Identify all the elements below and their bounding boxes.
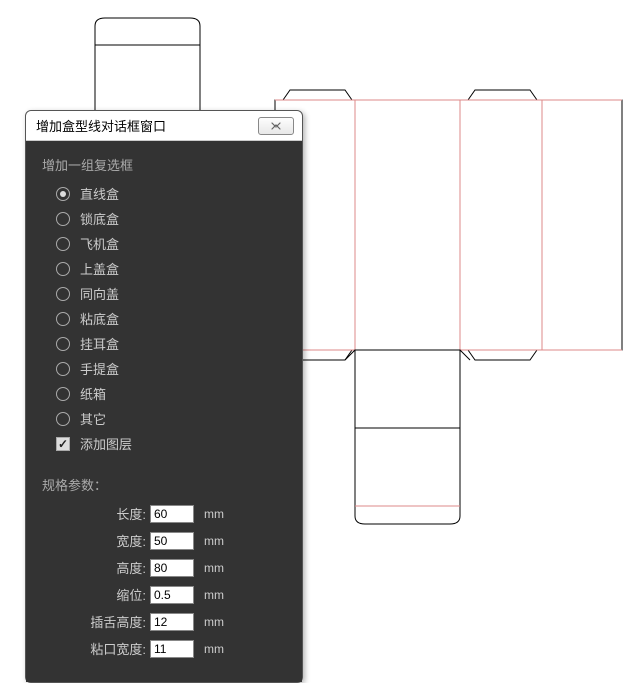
radio-icon bbox=[56, 287, 70, 301]
length-input[interactable] bbox=[150, 505, 194, 523]
height-input[interactable] bbox=[150, 559, 194, 577]
radio-label: 粘底盒 bbox=[80, 309, 119, 328]
param-label: 粘口宽度: bbox=[42, 639, 150, 658]
radio-label: 直线盒 bbox=[80, 184, 119, 203]
unit-label: mm bbox=[204, 642, 224, 656]
param-label: 长度: bbox=[42, 504, 150, 523]
radio-icon bbox=[56, 312, 70, 326]
checkbox-add-layer[interactable]: 添加图层 bbox=[56, 434, 286, 453]
radio-icon bbox=[56, 412, 70, 426]
radio-label: 挂耳盒 bbox=[80, 334, 119, 353]
radio-straight-box[interactable]: 直线盒 bbox=[56, 184, 286, 203]
tuck-height-input[interactable] bbox=[150, 613, 194, 631]
radio-top-lid-box[interactable]: 上盖盒 bbox=[56, 259, 286, 278]
dialog-title: 增加盒型线对话框窗口 bbox=[36, 116, 166, 135]
radio-icon bbox=[56, 237, 70, 251]
unit-label: mm bbox=[204, 615, 224, 629]
unit-label: mm bbox=[204, 507, 224, 521]
param-glue-width-row: 粘口宽度: mm bbox=[42, 639, 286, 658]
radio-label: 其它 bbox=[80, 409, 106, 428]
glue-width-input[interactable] bbox=[150, 640, 194, 658]
param-label: 高度: bbox=[42, 558, 150, 577]
radio-icon bbox=[56, 262, 70, 276]
radio-airplane-box[interactable]: 飞机盒 bbox=[56, 234, 286, 253]
add-box-dialog: 增加盒型线对话框窗口 增加一组复选框 直线盒 锁底盒 飞机盒 上盖盒 同向盖 bbox=[25, 110, 303, 683]
param-label: 宽度: bbox=[42, 531, 150, 550]
radio-icon bbox=[56, 187, 70, 201]
indent-input[interactable] bbox=[150, 586, 194, 604]
radio-icon bbox=[56, 362, 70, 376]
radio-other[interactable]: 其它 bbox=[56, 409, 286, 428]
param-length-row: 长度: mm bbox=[42, 504, 286, 523]
radio-label: 手提盒 bbox=[80, 359, 119, 378]
param-tuck-height-row: 插舌高度: mm bbox=[42, 612, 286, 631]
box-type-group-label: 增加一组复选框 bbox=[42, 155, 286, 174]
radio-carton[interactable]: 纸箱 bbox=[56, 384, 286, 403]
radio-handle-box[interactable]: 手提盒 bbox=[56, 359, 286, 378]
param-label: 缩位: bbox=[42, 585, 150, 604]
checkbox-label: 添加图层 bbox=[80, 434, 132, 453]
radio-label: 同向盖 bbox=[80, 284, 119, 303]
radio-icon bbox=[56, 337, 70, 351]
param-indent-row: 缩位: mm bbox=[42, 585, 286, 604]
radio-label: 飞机盒 bbox=[80, 234, 119, 253]
dialog-body: 增加一组复选框 直线盒 锁底盒 飞机盒 上盖盒 同向盖 粘底盒 挂耳盒 bbox=[26, 141, 302, 682]
unit-label: mm bbox=[204, 561, 224, 575]
radio-lock-bottom-box[interactable]: 锁底盒 bbox=[56, 209, 286, 228]
unit-label: mm bbox=[204, 534, 224, 548]
radio-glue-bottom-box[interactable]: 粘底盒 bbox=[56, 309, 286, 328]
radio-same-direction-lid[interactable]: 同向盖 bbox=[56, 284, 286, 303]
radio-icon bbox=[56, 212, 70, 226]
radio-label: 纸箱 bbox=[80, 384, 106, 403]
param-height-row: 高度: mm bbox=[42, 558, 286, 577]
checkbox-icon bbox=[56, 437, 70, 451]
width-input[interactable] bbox=[150, 532, 194, 550]
radio-label: 上盖盒 bbox=[80, 259, 119, 278]
unit-label: mm bbox=[204, 588, 224, 602]
radio-icon bbox=[56, 387, 70, 401]
close-button[interactable] bbox=[258, 117, 294, 135]
radio-hang-ear-box[interactable]: 挂耳盒 bbox=[56, 334, 286, 353]
param-width-row: 宽度: mm bbox=[42, 531, 286, 550]
param-label: 插舌高度: bbox=[42, 612, 150, 631]
radio-label: 锁底盒 bbox=[80, 209, 119, 228]
params-group-label: 规格参数： bbox=[42, 475, 286, 494]
dialog-titlebar[interactable]: 增加盒型线对话框窗口 bbox=[26, 111, 302, 141]
